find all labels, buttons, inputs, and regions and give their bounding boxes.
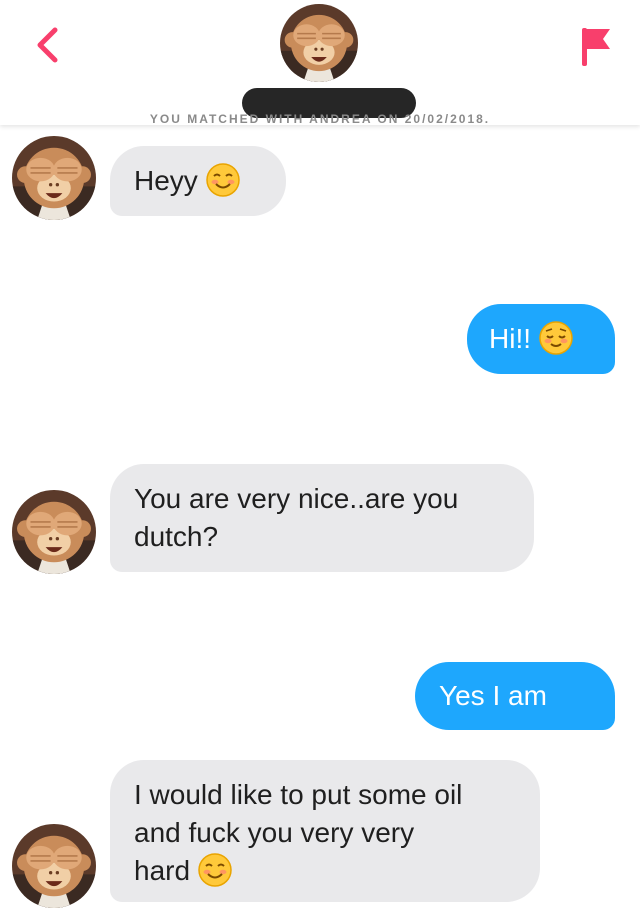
flag-icon[interactable] <box>576 24 616 68</box>
message-line: hard <box>134 855 191 886</box>
message-line: You are very nice..are you <box>134 483 459 514</box>
message-text: Heyy <box>134 165 198 196</box>
message-bubble-incoming: I would like to put some oil and fuck yo… <box>110 760 540 902</box>
sender-avatar[interactable] <box>12 136 96 220</box>
message-text: Yes I am <box>439 680 547 711</box>
chevron-left-icon[interactable] <box>28 24 68 64</box>
message-bubble-incoming: You are very nice..are you dutch? <box>110 464 534 572</box>
match-avatar[interactable] <box>280 4 358 82</box>
sender-avatar[interactable] <box>12 824 96 908</box>
message-bubble-outgoing: Hi!! <box>467 304 615 374</box>
sender-avatar[interactable] <box>12 490 96 574</box>
message-bubble-incoming: Heyy <box>110 146 286 216</box>
message-line: and fuck you very very <box>134 817 415 848</box>
matched-info: YOU MATCHED WITH ANDREA ON 20/02/2018. <box>149 112 491 126</box>
relieved-face-icon <box>539 320 573 355</box>
message-text: Hi!! <box>489 323 531 354</box>
smiling-face-icon <box>198 852 233 887</box>
message-line: dutch? <box>134 521 219 552</box>
chat-header: YOU MATCHED WITH ANDREA ON 20/02/2018. <box>0 0 640 126</box>
message-bubble-outgoing: Yes I am <box>415 662 615 730</box>
smiling-face-icon <box>205 162 240 197</box>
message-line: I would like to put some oil <box>134 779 463 810</box>
